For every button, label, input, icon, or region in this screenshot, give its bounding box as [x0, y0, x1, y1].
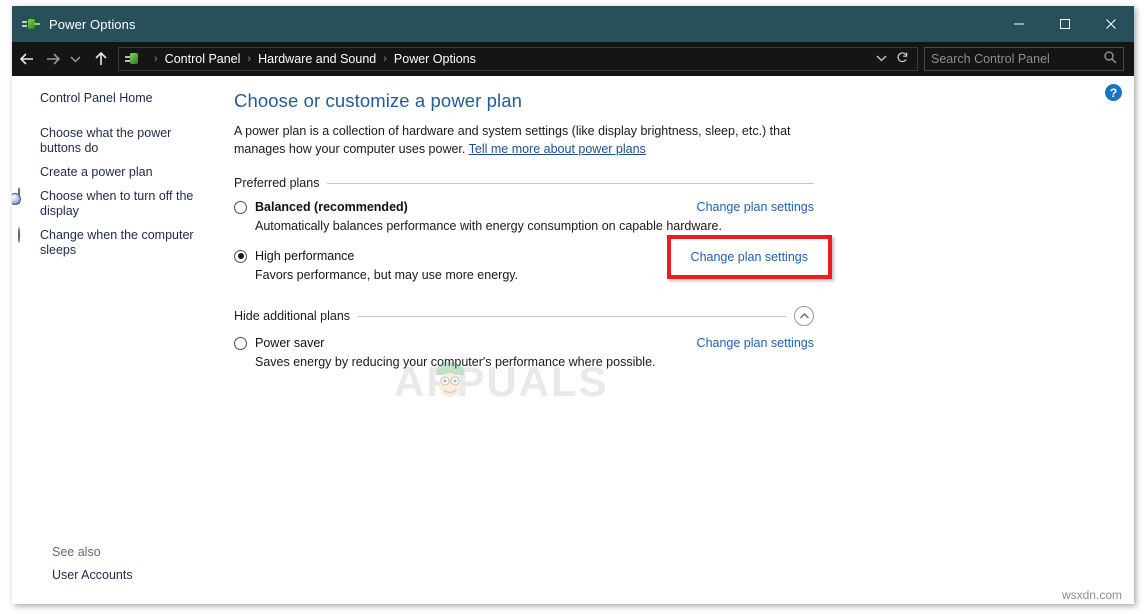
- moon-icon: [18, 227, 35, 245]
- sidebar-item-create-power-plan[interactable]: Create a power plan: [12, 162, 212, 183]
- title-bar: Power Options: [12, 6, 1134, 42]
- plan-name-balanced: Balanced (recommended): [255, 200, 408, 214]
- sidebar-item-control-panel-home[interactable]: Control Panel Home: [12, 88, 212, 109]
- plan-name-high-performance: High performance: [255, 249, 355, 263]
- navigation-bar: › Control Panel › Hardware and Sound › P…: [12, 42, 1134, 76]
- plan-description-balanced: Automatically balances performance with …: [255, 219, 722, 233]
- chevron-down-icon[interactable]: [64, 42, 86, 76]
- breadcrumb-separator-0: ›: [154, 53, 158, 65]
- divider: [358, 315, 786, 317]
- plan-name-power-saver: Power saver: [255, 336, 325, 350]
- breadcrumb-item-hardware-and-sound[interactable]: Hardware and Sound: [258, 52, 376, 66]
- chevron-up-icon[interactable]: [794, 306, 814, 326]
- sidebar-item-label: Change when the computer sleeps: [40, 228, 194, 257]
- plan-row-balanced[interactable]: Balanced (recommended) Automatically bal…: [234, 200, 814, 233]
- window-title: Power Options: [49, 16, 136, 32]
- sidebar-item-turn-off-display[interactable]: Choose when to turn off the display: [12, 186, 212, 222]
- power-plug-icon: [22, 15, 40, 33]
- minimize-button[interactable]: [996, 6, 1042, 42]
- close-button[interactable]: [1088, 6, 1134, 42]
- radio-power-saver[interactable]: [234, 336, 247, 350]
- window-controls: [996, 6, 1134, 42]
- preferred-plans-label: Preferred plans: [234, 176, 320, 190]
- search-input[interactable]: [931, 52, 1103, 66]
- forward-arrow-icon[interactable]: [42, 42, 64, 76]
- back-arrow-icon[interactable]: [12, 42, 42, 76]
- see-also-section: See also User Accounts: [12, 545, 228, 586]
- breadcrumb-power-plug-icon: [125, 51, 141, 67]
- page-title: Choose or customize a power plan: [234, 90, 523, 111]
- change-plan-settings-balanced[interactable]: Change plan settings: [697, 200, 814, 214]
- change-plan-settings-high-performance[interactable]: Change plan settings: [666, 235, 832, 279]
- breadcrumb-dropdown-icon[interactable]: [876, 53, 887, 65]
- sidebar-item-choose-power-buttons[interactable]: Choose what the power buttons do: [12, 123, 212, 159]
- maximize-button[interactable]: [1042, 6, 1088, 42]
- search-box[interactable]: [924, 47, 1124, 71]
- see-also-label: See also: [52, 545, 101, 559]
- breadcrumb[interactable]: › Control Panel › Hardware and Sound › P…: [118, 47, 918, 71]
- plan-row-power-saver[interactable]: Power saver Saves energy by reducing you…: [234, 336, 814, 369]
- content-area: ? Control Panel Home Choose what the pow…: [12, 76, 1134, 604]
- main-panel: Choose or customize a power plan A power…: [228, 76, 1134, 604]
- breadcrumb-item-control-panel[interactable]: Control Panel: [165, 52, 241, 66]
- change-plan-settings-power-saver[interactable]: Change plan settings: [697, 336, 814, 350]
- plan-row-high-performance[interactable]: High performance Favors performance, but…: [234, 235, 832, 282]
- hide-additional-plans-label: Hide additional plans: [234, 309, 351, 323]
- power-options-window: Power Options › Control Panel › Hardware…: [12, 6, 1134, 604]
- sidebar-item-user-accounts[interactable]: User Accounts: [12, 565, 212, 586]
- source-watermark: wsxdn.com: [1061, 588, 1122, 602]
- preferred-plans-header: Preferred plans: [234, 176, 814, 190]
- search-icon[interactable]: [1103, 50, 1117, 69]
- sidebar-item-label: Choose when to turn off the display: [40, 189, 194, 218]
- sidebar-item-computer-sleeps[interactable]: Change when the computer sleeps: [12, 225, 212, 261]
- breadcrumb-item-power-options[interactable]: Power Options: [394, 52, 476, 66]
- monitor-clock-icon: [18, 188, 35, 206]
- up-arrow-icon[interactable]: [86, 42, 116, 76]
- breadcrumb-separator-1: ›: [247, 53, 252, 65]
- hide-additional-plans-header: Hide additional plans: [234, 306, 814, 326]
- radio-balanced[interactable]: [234, 200, 247, 214]
- tell-me-more-link[interactable]: Tell me more about power plans: [469, 142, 646, 156]
- breadcrumb-separator-2: ›: [383, 53, 387, 65]
- plan-description-power-saver: Saves energy by reducing your computer's…: [255, 355, 656, 369]
- sidebar: Control Panel Home Choose what the power…: [12, 76, 228, 604]
- title-bar-left: Power Options: [12, 15, 996, 33]
- radio-high-performance[interactable]: [234, 249, 247, 263]
- divider: [327, 182, 814, 184]
- refresh-icon[interactable]: [896, 51, 909, 67]
- page-description: A power plan is a collection of hardware…: [234, 122, 816, 158]
